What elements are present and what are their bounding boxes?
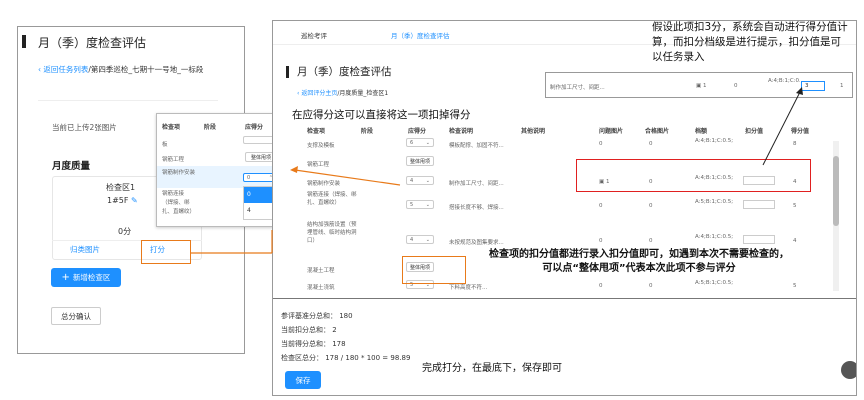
annotation-bottom: 检查项的扣分值都进行录入扣分值即可，如遇到本次不需要检查的，可以点“整体甩项”代… [489, 249, 789, 274]
annotation-footer: 完成打分，在最底下，保存即可 [422, 363, 562, 374]
annotation-middle: 在应得分这可以直接将这一项扣掉得分 [292, 109, 471, 121]
annotation-top-right: 假设此项扣3分，系统会自动进行得分值计算，而扣分档级是进行提示，扣分值是可以任务… [652, 21, 848, 63]
